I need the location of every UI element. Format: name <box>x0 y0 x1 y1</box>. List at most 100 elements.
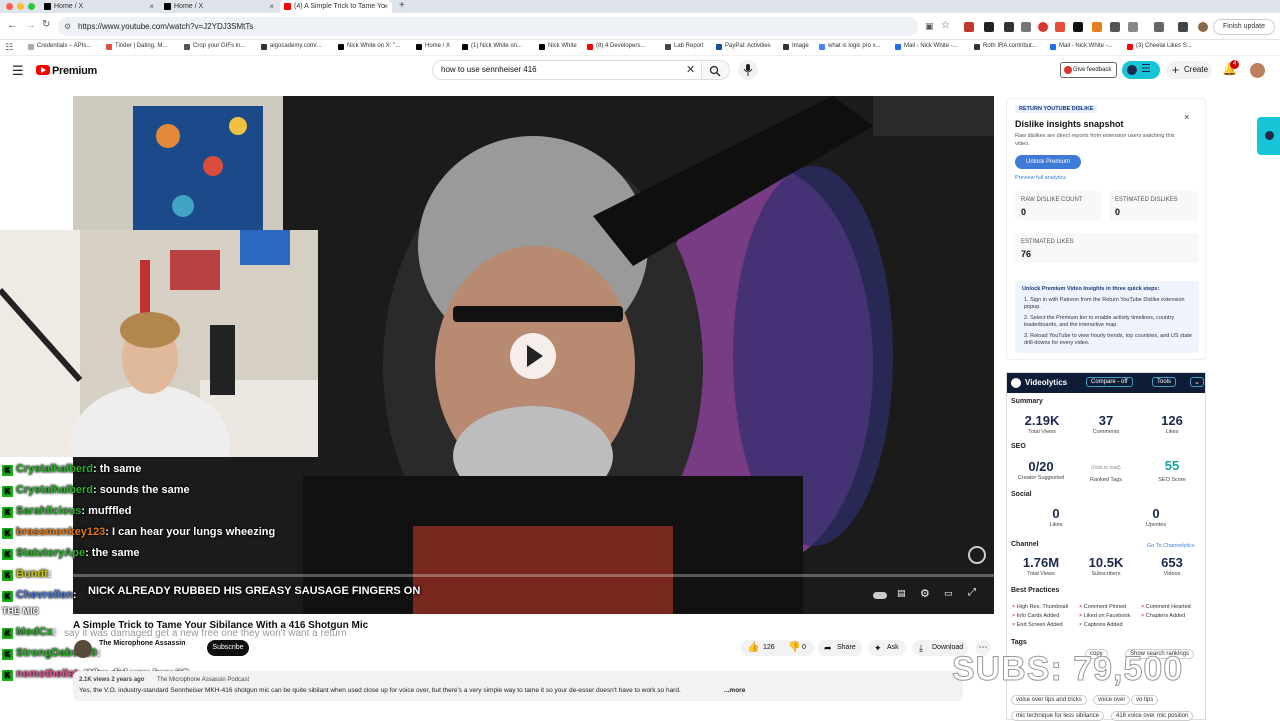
close-tab-icon[interactable]: × <box>269 0 274 13</box>
search-button[interactable] <box>702 60 730 80</box>
bookmark-item[interactable]: Mail - Nick White -... <box>1050 43 1113 50</box>
install-icon[interactable]: ▣ <box>925 21 934 32</box>
back-icon[interactable]: ← <box>7 19 18 31</box>
minimize-window-icon[interactable] <box>17 3 24 10</box>
tab-label: Home / X <box>174 3 204 10</box>
settings-gear-icon[interactable]: ⚙ <box>920 587 930 600</box>
extension-icon[interactable] <box>964 22 974 32</box>
bookmark-item[interactable]: Image <box>783 43 809 50</box>
bookmark-item[interactable]: (3) Cheelai Likes S... <box>1127 43 1192 50</box>
url-field[interactable]: https://www.youtube.com/watch?v=J2YDJ3SM… <box>58 17 918 36</box>
ranked-tags-hint[interactable]: (click to load) <box>1081 465 1131 471</box>
bookmark-item[interactable]: Home / X <box>416 43 450 50</box>
tag-pill[interactable]: voice over tips and tricks <box>1011 695 1087 705</box>
close-tab-icon[interactable]: × <box>383 0 388 13</box>
close-tab-icon[interactable]: × <box>149 0 154 13</box>
bookmark-item[interactable]: Credentials – APIs... <box>28 43 91 50</box>
reload-icon[interactable]: ↻ <box>42 19 50 30</box>
play-button[interactable] <box>510 333 556 379</box>
bookmark-item[interactable]: (1) Nick White on... <box>462 43 522 50</box>
bookmark-item[interactable]: Lab Report <box>665 43 704 50</box>
chat-message: K StatutoryApe: the same <box>2 547 139 560</box>
thumbs-up-icon[interactable]: 👍 <box>747 642 759 653</box>
close-window-icon[interactable] <box>6 3 13 10</box>
tag-pill[interactable]: vo tips <box>1131 695 1159 705</box>
ranked-tags-label: Ranked Tags <box>1089 477 1122 483</box>
plus-icon: + <box>1172 63 1180 77</box>
fullscreen-icon[interactable]: ⤢ <box>968 587 976 598</box>
extension-icon[interactable] <box>1110 22 1120 32</box>
captions-icon[interactable]: ▤ <box>897 588 906 599</box>
extension-icon[interactable] <box>1038 22 1048 32</box>
extension-icon[interactable] <box>1092 22 1102 32</box>
extension-toggle-button[interactable]: ☰ <box>1122 61 1160 79</box>
extension-icon[interactable] <box>1004 22 1014 32</box>
videolytics-logo-icon <box>1011 378 1021 388</box>
menu-hamburger-icon[interactable]: ☰ <box>12 63 24 79</box>
sidebar-icon[interactable] <box>1154 22 1164 32</box>
bookmark-item[interactable]: what is logic pro x... <box>819 43 881 50</box>
account-avatar[interactable] <box>1250 63 1265 78</box>
search-input[interactable]: how to use sennheiser 416 <box>432 60 702 80</box>
preview-analytics-link[interactable]: Preview full analytics <box>1015 175 1066 181</box>
bookmark-item[interactable]: (8) 4 Developers... <box>587 43 645 50</box>
download-icon[interactable] <box>1178 22 1188 32</box>
youtube-premium-logo[interactable]: Premium <box>36 65 97 77</box>
channel-link[interactable]: The Microphone Assassin Podcast <box>157 677 249 683</box>
clear-search-icon[interactable]: ✕ <box>686 63 695 76</box>
bookmark-item[interactable]: PayPal: Activities <box>716 43 771 50</box>
theater-mode-icon[interactable]: ▭ <box>944 588 953 599</box>
upvotes-value: 0 <box>1152 506 1160 521</box>
extension-side-tab[interactable] <box>1257 117 1280 155</box>
puzzle-icon[interactable] <box>1128 22 1138 32</box>
unlock-premium-button[interactable]: Unlock Premium <box>1015 155 1081 169</box>
compare-toggle[interactable]: Compare - off <box>1086 377 1133 387</box>
browser-tab-1[interactable]: Home / X × <box>40 0 158 13</box>
thumbs-down-icon[interactable]: 👎 <box>788 642 800 653</box>
tools-dropdown[interactable]: Tools <box>1152 377 1177 387</box>
channel-name[interactable]: The Microphone Assassin <box>99 640 185 647</box>
maximize-window-icon[interactable] <box>28 3 35 10</box>
bookmark-star-icon[interactable]: ☆ <box>941 20 950 31</box>
extension-icon[interactable] <box>1021 22 1031 32</box>
apps-grid-icon[interactable]: ☷ <box>5 42 13 53</box>
tag-pill[interactable]: voice over <box>1093 695 1131 705</box>
description-more-link[interactable]: ...more <box>724 687 745 694</box>
voice-search-button[interactable] <box>738 60 758 80</box>
bookmark-item[interactable]: Nick White <box>539 43 577 50</box>
step-item: 1. Sign in with Patreon from the Return … <box>1024 297 1185 310</box>
est-likes-card: ESTIMATED LIKES 76 <box>1015 233 1199 263</box>
share-button[interactable]: ➦ Share <box>818 640 862 656</box>
new-tab-button[interactable]: + <box>399 0 405 11</box>
bookmark-item[interactable]: Mail - Nick White -... <box>895 43 958 50</box>
browser-tab-2[interactable]: Home / X × <box>160 0 278 13</box>
bookmark-item[interactable]: Crop your GIFs in... <box>184 43 245 50</box>
create-button[interactable]: + Create <box>1166 61 1212 79</box>
site-info-icon[interactable]: ⚙ <box>64 22 71 31</box>
profile-avatar[interactable] <box>1198 22 1208 32</box>
browser-tab-3[interactable]: (4) A Simple Trick to Tame Yo × <box>280 0 392 13</box>
step-text: Reload YouTube to view hourly trends, to… <box>1024 333 1192 346</box>
chat-username: Chevrollen <box>16 589 73 601</box>
chat-text: : the same <box>85 547 140 559</box>
goto-channelytics-link[interactable]: Go To Channelytics <box>1147 543 1195 549</box>
bookmark-item[interactable]: algocademy.com/... <box>261 43 322 50</box>
autoplay-toggle[interactable] <box>873 592 887 599</box>
ask-button[interactable]: ✦ Ask <box>868 640 906 656</box>
collapse-chevron-icon[interactable]: ⌄ <box>1190 377 1204 387</box>
extension-icon[interactable] <box>984 22 994 32</box>
give-feedback-button[interactable]: Give feedback <box>1060 62 1117 78</box>
bookmark-item[interactable]: Nick White on X: "... <box>338 43 400 50</box>
bookmark-item[interactable]: Roth IRA contribut... <box>974 43 1037 50</box>
channel-avatar[interactable] <box>74 640 92 658</box>
forward-icon[interactable]: → <box>25 19 36 31</box>
extension-icon[interactable] <box>1073 22 1083 32</box>
subscribe-button[interactable]: Subscribe <box>207 640 249 656</box>
step-text: Select the Premium tier to enable activi… <box>1024 315 1175 328</box>
extension-icon[interactable] <box>1055 22 1065 32</box>
finish-update-button[interactable]: Finish update <box>1213 19 1275 35</box>
close-panel-icon[interactable]: × <box>1184 112 1189 122</box>
description-box[interactable] <box>73 671 963 701</box>
bookmark-item[interactable]: Tinder | Dating, M... <box>106 43 167 50</box>
channel-watermark-icon[interactable] <box>968 546 986 564</box>
